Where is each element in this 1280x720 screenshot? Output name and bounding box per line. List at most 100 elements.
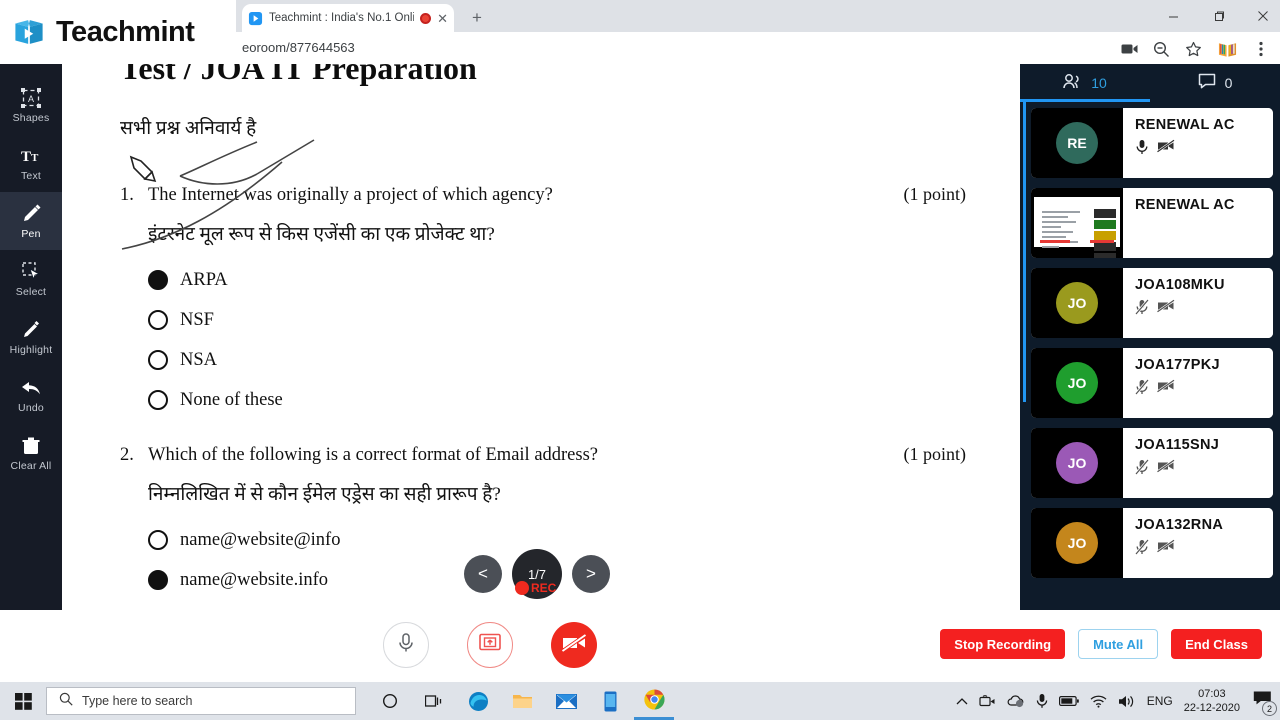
brand-name: Teachmint bbox=[56, 15, 195, 48]
end-class-button[interactable]: End Class bbox=[1171, 629, 1262, 659]
tool-pen-label: Pen bbox=[21, 227, 41, 240]
participant-info: JOA177PKJ bbox=[1123, 348, 1273, 418]
cam-off-icon[interactable] bbox=[1156, 139, 1175, 160]
browser-tab[interactable]: Teachmint : India's No.1 Onli ✕ bbox=[242, 4, 454, 32]
stop-recording-button[interactable]: Stop Recording bbox=[940, 629, 1066, 659]
tab-chat[interactable]: 0 bbox=[1150, 64, 1280, 102]
mic-button[interactable] bbox=[383, 622, 429, 668]
wifi-icon[interactable] bbox=[1090, 694, 1107, 708]
select-icon bbox=[20, 261, 42, 283]
avatar: JO bbox=[1056, 362, 1098, 404]
show-hidden-icons-chevron-icon[interactable] bbox=[956, 697, 968, 706]
pen-icon bbox=[20, 203, 42, 225]
tool-pen[interactable]: Pen bbox=[0, 192, 62, 250]
tool-text[interactable]: TT Text bbox=[0, 134, 62, 192]
video-off-button[interactable] bbox=[551, 622, 597, 668]
option-item[interactable]: ARPA bbox=[148, 260, 966, 300]
tool-clear-all[interactable]: Clear All bbox=[0, 424, 62, 482]
window-minimize-button[interactable] bbox=[1150, 0, 1196, 32]
window-maximize-button[interactable] bbox=[1196, 0, 1242, 32]
preview-accent-bar bbox=[1090, 240, 1114, 243]
radio-icon[interactable] bbox=[148, 310, 168, 330]
cam-off-icon[interactable] bbox=[1156, 379, 1175, 400]
participant-name: RENEWAL AC bbox=[1135, 197, 1235, 213]
question-1-text-en: The Internet was originally a project of… bbox=[148, 185, 553, 205]
clock[interactable]: 07:03 22-12-2020 bbox=[1184, 687, 1240, 715]
highlight-icon bbox=[20, 319, 42, 341]
edge-icon[interactable] bbox=[458, 682, 498, 720]
task-view-icon[interactable] bbox=[414, 682, 454, 720]
camera-tray-icon[interactable] bbox=[979, 694, 996, 709]
svg-text:T: T bbox=[21, 149, 31, 165]
prev-page-button[interactable]: < bbox=[464, 555, 502, 593]
mic-off-icon[interactable] bbox=[1135, 539, 1149, 560]
radio-icon[interactable] bbox=[148, 530, 168, 550]
participant-list[interactable]: RE RENEWAL AC RENEWAL AC JO JOA108MKU JO… bbox=[1020, 102, 1280, 610]
radio-icon[interactable] bbox=[148, 270, 168, 290]
question-2-text-hi: निम्नलिखित में से कौन ईमेल एड्रेस का सही… bbox=[148, 484, 501, 505]
zoom-out-icon[interactable] bbox=[1150, 38, 1172, 60]
file-explorer-icon[interactable] bbox=[502, 682, 542, 720]
next-page-button[interactable]: > bbox=[572, 555, 610, 593]
page-indicator[interactable]: 1/7 REC bbox=[512, 549, 562, 599]
tool-highlight[interactable]: Highlight bbox=[0, 308, 62, 366]
tool-shapes-label: Shapes bbox=[12, 111, 50, 124]
tool-select[interactable]: Select bbox=[0, 250, 62, 308]
mic-off-icon[interactable] bbox=[1135, 379, 1149, 400]
participant-card[interactable]: JO JOA177PKJ bbox=[1031, 348, 1273, 418]
window-close-button[interactable] bbox=[1240, 0, 1280, 32]
battery-icon[interactable] bbox=[1058, 695, 1079, 707]
tool-undo[interactable]: Undo bbox=[0, 366, 62, 424]
option-item[interactable]: None of these bbox=[148, 380, 966, 420]
participant-thumbnail: JO bbox=[1031, 348, 1123, 418]
mic-off-icon[interactable] bbox=[1135, 459, 1149, 480]
whiteboard-document[interactable]: Test / JOA IT Preparation सभी प्रश्न अनि… bbox=[62, 64, 1020, 608]
preview-accent-bar bbox=[1040, 240, 1070, 243]
recording-dot-icon bbox=[515, 581, 529, 595]
microphone-tray-icon[interactable] bbox=[1036, 693, 1048, 709]
phone-icon[interactable] bbox=[590, 682, 630, 720]
radio-icon[interactable] bbox=[148, 390, 168, 410]
tab-people[interactable]: 10 bbox=[1020, 64, 1150, 102]
new-tab-button[interactable]: + bbox=[466, 7, 488, 29]
mail-icon[interactable] bbox=[546, 682, 586, 720]
option-item[interactable]: NSF bbox=[148, 300, 966, 340]
onedrive-sync-icon[interactable] bbox=[1007, 694, 1025, 708]
cam-off-icon[interactable] bbox=[1156, 459, 1175, 480]
participant-status-icons bbox=[1135, 459, 1273, 480]
participant-card[interactable]: RE RENEWAL AC bbox=[1031, 108, 1273, 178]
participant-card[interactable]: JO JOA115SNJ bbox=[1031, 428, 1273, 498]
screen-share-button[interactable] bbox=[467, 622, 513, 668]
tab-close-icon[interactable]: ✕ bbox=[437, 12, 448, 25]
extension-icon[interactable] bbox=[1216, 38, 1238, 60]
address-bar-url[interactable]: eoroom/877644563 bbox=[242, 40, 355, 55]
question-2-number: 2. bbox=[120, 445, 134, 465]
cortana-icon[interactable] bbox=[370, 682, 410, 720]
radio-icon[interactable] bbox=[148, 350, 168, 370]
bookmark-star-icon[interactable] bbox=[1182, 38, 1204, 60]
mic-off-icon[interactable] bbox=[1135, 299, 1149, 320]
radio-icon[interactable] bbox=[148, 570, 168, 590]
participant-info: JOA115SNJ bbox=[1123, 428, 1273, 498]
volume-icon[interactable] bbox=[1118, 694, 1136, 709]
search-input[interactable]: Type here to search bbox=[46, 687, 356, 715]
participant-card[interactable]: JO JOA132RNA bbox=[1031, 508, 1273, 578]
tool-shapes[interactable]: A Shapes bbox=[0, 76, 62, 134]
chrome-icon[interactable] bbox=[634, 682, 674, 720]
input-language[interactable]: ENG bbox=[1147, 694, 1173, 708]
avatar: JO bbox=[1056, 282, 1098, 324]
cast-icon[interactable] bbox=[1118, 38, 1140, 60]
mic-on-icon[interactable] bbox=[1135, 139, 1149, 160]
cam-off-icon[interactable] bbox=[1156, 299, 1175, 320]
participant-status-icons bbox=[1135, 539, 1273, 560]
chrome-menu-icon[interactable] bbox=[1250, 38, 1272, 60]
option-item[interactable]: NSA bbox=[148, 340, 966, 380]
text-icon: TT bbox=[20, 145, 42, 167]
cam-off-icon[interactable] bbox=[1156, 539, 1175, 560]
participant-card[interactable]: JO JOA108MKU bbox=[1031, 268, 1273, 338]
mute-all-button[interactable]: Mute All bbox=[1078, 629, 1159, 659]
participant-card[interactable]: RENEWAL AC bbox=[1031, 188, 1273, 258]
question-2-points: (1 point) bbox=[903, 444, 967, 464]
start-button[interactable] bbox=[0, 682, 46, 720]
notification-center-button[interactable]: 2 bbox=[1253, 690, 1277, 716]
